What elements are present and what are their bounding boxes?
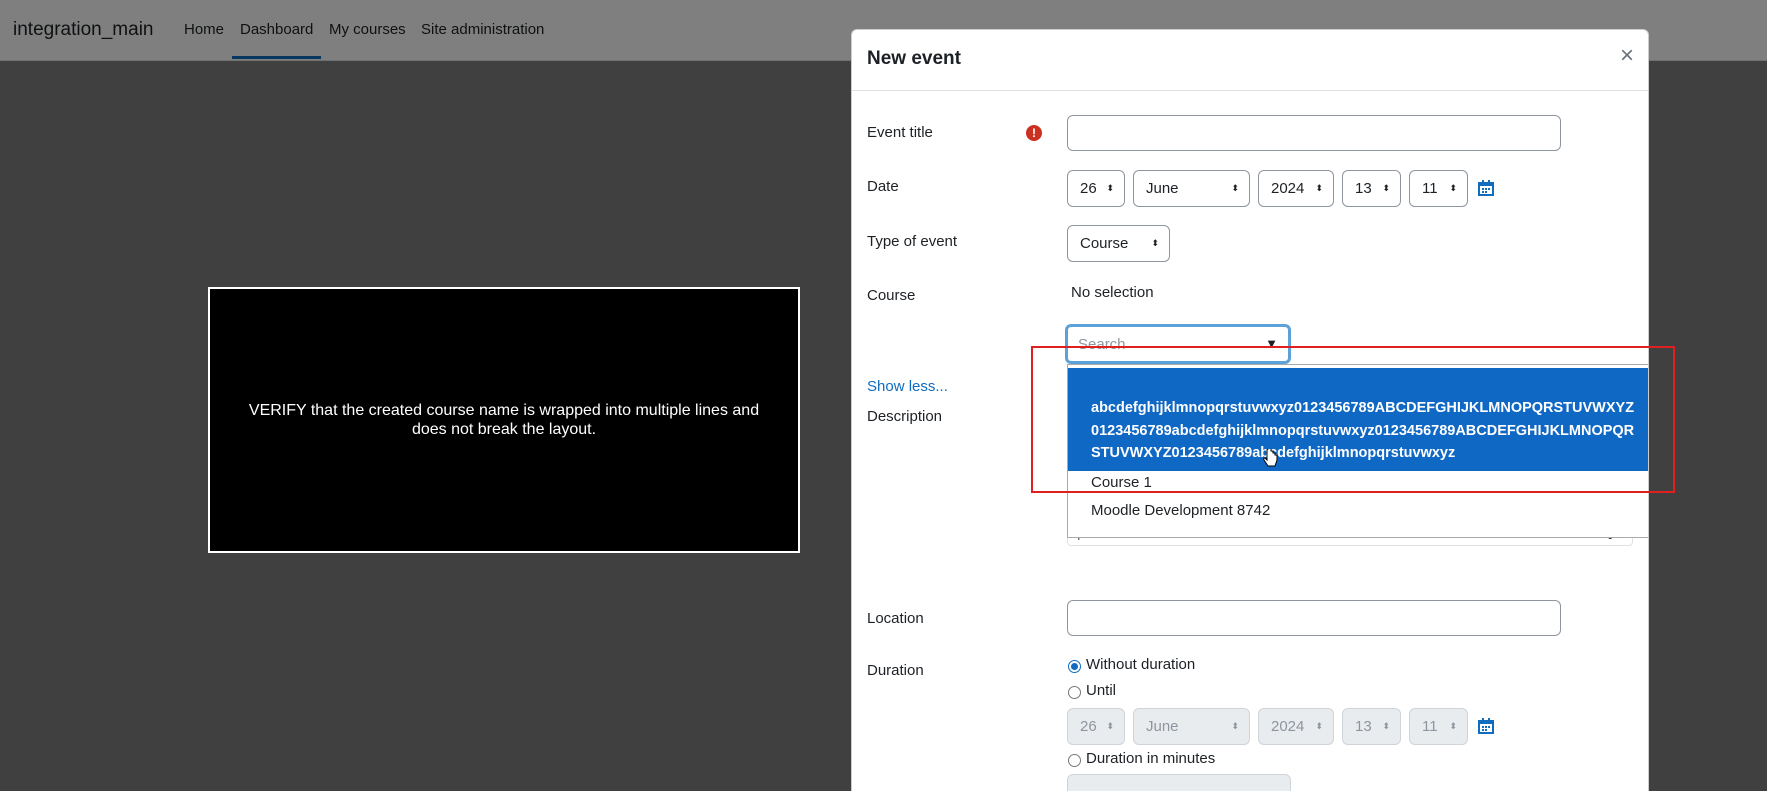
modal-title: New event	[867, 48, 961, 69]
select-arrows-icon: ⬍	[1382, 183, 1390, 193]
without-duration-label: Without duration	[1086, 656, 1196, 673]
radio-without-duration[interactable]	[1068, 660, 1081, 673]
location-input[interactable]	[1067, 600, 1561, 636]
date-day-value: 26	[1080, 180, 1097, 197]
date-minute-select[interactable]: 11 ⬍	[1409, 170, 1468, 207]
radio-until[interactable]	[1068, 686, 1081, 699]
verify-instruction: VERIFY that the created course name is w…	[248, 402, 760, 438]
duration-minutes-input[interactable]	[1067, 774, 1291, 791]
select-arrows-icon: ⬍	[1382, 721, 1390, 731]
duration-minutes-label: Duration in minutes	[1086, 750, 1216, 767]
required-icon: !	[1026, 125, 1042, 141]
close-icon[interactable]: ×	[1620, 44, 1634, 68]
until-minute-value: 11	[1422, 718, 1438, 735]
type-of-event-label: Type of event	[867, 233, 958, 250]
event-title-input[interactable]	[1067, 115, 1561, 151]
select-arrows-icon: ⬍	[1231, 721, 1239, 731]
modal-header: New event ×	[852, 30, 1648, 91]
until-year-value: 2024	[1271, 718, 1305, 735]
date-month-value: June	[1146, 180, 1179, 197]
until-year-select[interactable]: 2024 ⬍	[1258, 708, 1334, 745]
select-arrows-icon: ⬍	[1151, 238, 1159, 248]
until-hour-value: 13	[1355, 718, 1372, 735]
select-arrows-icon: ⬍	[1106, 721, 1114, 731]
calendar-icon[interactable]	[1478, 718, 1494, 734]
date-year-select[interactable]: 2024 ⬍	[1258, 170, 1334, 207]
until-month-value: June	[1146, 718, 1179, 735]
description-label: Description	[867, 408, 943, 425]
calendar-icon[interactable]	[1478, 180, 1494, 196]
select-arrows-icon: ⬍	[1315, 721, 1323, 731]
date-hour-value: 13	[1355, 180, 1372, 197]
until-hour-select[interactable]: 13 ⬍	[1342, 708, 1401, 745]
date-hour-select[interactable]: 13 ⬍	[1342, 170, 1401, 207]
highlight-annotation	[1031, 346, 1675, 493]
course-option-moodle-dev[interactable]: Moodle Development 8742	[1068, 499, 1648, 523]
until-minute-select[interactable]: 11 ⬍	[1409, 708, 1468, 745]
select-arrows-icon: ⬍	[1231, 183, 1239, 193]
select-arrows-icon: ⬍	[1315, 183, 1323, 193]
select-arrows-icon: ⬍	[1449, 721, 1457, 731]
until-day-value: 26	[1080, 718, 1097, 735]
show-less-link[interactable]: Show less...	[867, 378, 948, 395]
date-year-value: 2024	[1271, 180, 1305, 197]
duration-label: Duration	[867, 662, 924, 679]
until-day-select[interactable]: 26 ⬍	[1067, 708, 1125, 745]
date-day-select[interactable]: 26 ⬍	[1067, 170, 1125, 207]
location-label: Location	[867, 610, 924, 627]
course-label: Course	[867, 287, 916, 304]
verify-overlay: VERIFY that the created course name is w…	[208, 287, 800, 553]
radio-duration-minutes[interactable]	[1068, 754, 1081, 767]
until-month-select[interactable]: June ⬍	[1133, 708, 1250, 745]
date-label: Date	[867, 178, 899, 195]
select-arrows-icon: ⬍	[1106, 183, 1114, 193]
type-of-event-select[interactable]: Course ⬍	[1067, 225, 1170, 262]
date-month-select[interactable]: June ⬍	[1133, 170, 1250, 207]
course-selection-text: No selection	[1071, 284, 1154, 301]
hand-cursor-icon	[1263, 449, 1278, 467]
event-title-label: Event title	[867, 124, 933, 141]
date-minute-value: 11	[1422, 180, 1438, 197]
type-of-event-value: Course	[1080, 235, 1129, 252]
until-label: Until	[1086, 682, 1117, 699]
select-arrows-icon: ⬍	[1449, 183, 1457, 193]
